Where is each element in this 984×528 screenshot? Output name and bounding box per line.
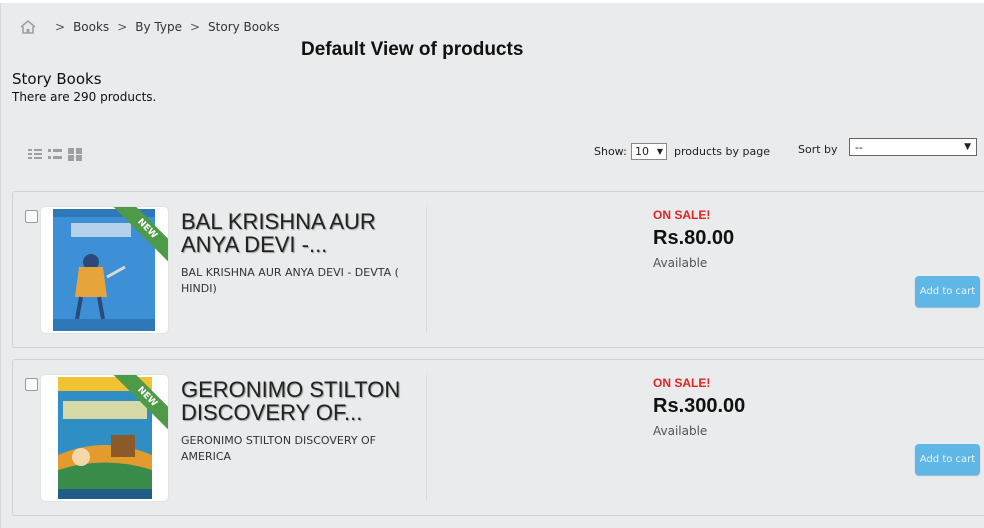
add-to-cart-button[interactable]: Add to cart xyxy=(915,444,980,475)
products-per-page-select[interactable]: 10 ▼ xyxy=(631,143,667,160)
product-description: BAL KRISHNA AUR ANYA DEVI - DEVTA ( HIND… xyxy=(181,266,399,295)
product-image[interactable]: NEW xyxy=(41,375,168,501)
chevron-down-icon: ▼ xyxy=(964,142,971,152)
sale-label: ON SALE! xyxy=(653,208,711,222)
view-mode-switcher xyxy=(28,146,82,161)
breadcrumb-separator: > xyxy=(117,20,128,34)
availability-status: Available xyxy=(653,256,708,270)
grid-icon[interactable] xyxy=(68,146,82,161)
category-name: Story Books xyxy=(12,70,102,88)
breadcrumb-link-by-type[interactable]: By Type xyxy=(135,20,182,34)
product-description: GERONIMO STILTON DISCOVERY OF AMERICA xyxy=(181,434,377,463)
per-page-suffix: products by page xyxy=(674,145,770,158)
availability-status: Available xyxy=(653,424,708,438)
product-image[interactable]: NEW xyxy=(41,207,168,333)
compare-checkbox[interactable] xyxy=(25,210,38,223)
sale-label: ON SALE! xyxy=(653,376,711,390)
product-name[interactable]: GERONIMO STILTON DISCOVERY OF... xyxy=(181,378,421,424)
breadcrumb-link-books[interactable]: Books xyxy=(73,20,109,34)
product-card: NEW GERONIMO STILTON DISCOVERY OF... GER… xyxy=(12,359,984,516)
chevron-down-icon: ▼ xyxy=(656,147,663,156)
product-price: Rs.80.00 xyxy=(653,227,735,249)
divider xyxy=(426,207,427,333)
home-icon[interactable] xyxy=(19,19,37,35)
show-label: Show: xyxy=(594,145,627,158)
page-title: Default View of products xyxy=(301,39,524,60)
compare-checkbox[interactable] xyxy=(25,378,38,391)
breadcrumb: > Books > By Type > Story Books xyxy=(19,17,280,37)
list-detail-icon[interactable] xyxy=(28,146,42,159)
product-name[interactable]: BAL KRISHNA AUR ANYA DEVI -... xyxy=(181,210,421,256)
product-card: NEW BAL KRISHNA AUR ANYA DEVI -... BAL K… xyxy=(12,191,984,348)
product-count: There are 290 products. xyxy=(12,90,157,104)
divider xyxy=(426,375,427,501)
sort-by-select[interactable]: -- ▼ xyxy=(849,138,977,156)
breadcrumb-separator: > xyxy=(55,20,66,34)
list-icon[interactable] xyxy=(48,146,62,159)
product-price: Rs.300.00 xyxy=(653,395,746,417)
breadcrumb-current: Story Books xyxy=(208,20,280,34)
sort-value: -- xyxy=(855,140,863,154)
per-page-value: 10 xyxy=(635,145,649,158)
breadcrumb-separator: > xyxy=(189,20,201,34)
sort-label: Sort by xyxy=(798,143,838,156)
product-list-panel: > Books > By Type > Story Books Default … xyxy=(0,3,984,528)
add-to-cart-button[interactable]: Add to cart xyxy=(915,276,980,307)
